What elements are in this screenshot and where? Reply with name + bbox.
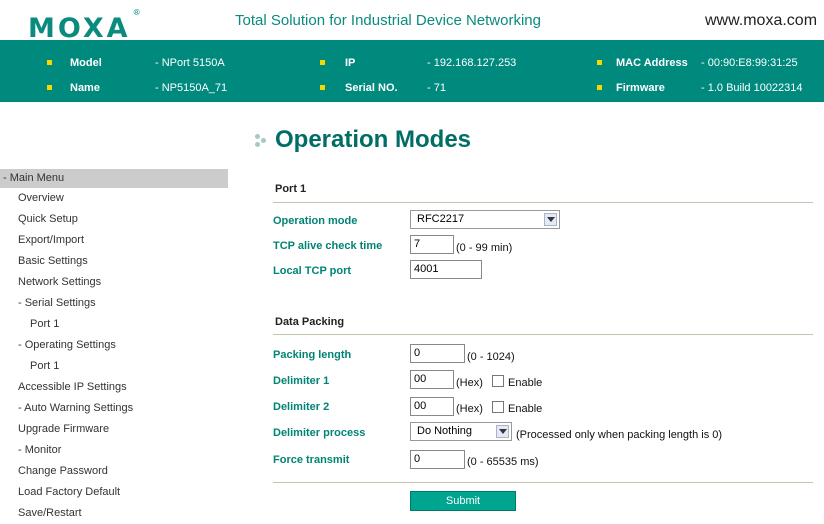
mac-label: MAC Address: [616, 57, 688, 69]
delimiter-process-select[interactable]: Do Nothing: [410, 422, 512, 441]
delimiter-1-input[interactable]: 00: [410, 370, 454, 389]
delimiter-1-enable-label: Enable: [508, 377, 543, 389]
sidebar-item-label: Network Settings: [18, 276, 102, 288]
name-label: Name: [70, 82, 100, 94]
page-title: Operation Modes: [255, 122, 471, 158]
submit-button[interactable]: Submit: [410, 491, 516, 511]
sidebar-item-change-password[interactable]: Change Password: [0, 461, 228, 482]
delimiter-2-hex: (Hex): [456, 403, 483, 415]
delimiter-1-enable-checkbox[interactable]: [492, 375, 504, 387]
main-menu-heading[interactable]: - Main Menu: [0, 169, 228, 188]
sidebar-item-label: Accessible IP Settings: [18, 381, 127, 393]
divider: [273, 482, 813, 483]
delimiter-2-label: Delimiter 2: [273, 401, 330, 413]
local-tcp-port-label: Local TCP port: [273, 265, 352, 277]
sidebar-item-save-restart[interactable]: Save/Restart: [0, 503, 228, 524]
sidebar-item-auto-warning[interactable]: - Auto Warning Settings: [0, 398, 228, 419]
ip-label: IP: [345, 57, 356, 69]
square-bullet-icon: [597, 60, 602, 65]
sidebar-item-monitor[interactable]: - Monitor: [0, 440, 228, 461]
square-bullet-icon: [320, 85, 325, 90]
chevron-down-icon: [496, 425, 509, 438]
sidebar-item-upgrade-firmware[interactable]: Upgrade Firmware: [0, 419, 228, 440]
packing-length-label: Packing length: [273, 349, 352, 361]
model-label: Model: [70, 57, 102, 69]
sidebar-item-label: Change Password: [18, 465, 108, 477]
sidebar-item-operating-port-1[interactable]: Port 1: [0, 356, 228, 377]
delimiter-1-hex: (Hex): [456, 377, 483, 389]
ip-value: - 192.168.127.253: [427, 57, 517, 69]
top-header: MOXA® Total Solution for Industrial Devi…: [0, 0, 824, 44]
square-bullet-icon: [320, 60, 325, 65]
sidebar-item-label: Quick Setup: [18, 213, 78, 225]
sidebar-item-overview[interactable]: Overview: [0, 188, 228, 209]
page-title-text: Operation Modes: [275, 126, 472, 153]
sidebar-item-label: - Serial Settings: [18, 297, 96, 309]
name-value: - NP5150A_71: [155, 82, 228, 94]
force-transmit-input[interactable]: 0: [410, 450, 465, 469]
serial-value: - 71: [427, 82, 446, 94]
square-bullet-icon: [47, 85, 52, 90]
delimiter-2-enable-label: Enable: [508, 403, 543, 415]
device-info-bar: Model - NPort 5150A Name - NP5150A_71 IP…: [0, 40, 824, 102]
sidebar-item-label: Overview: [18, 192, 64, 204]
operation-mode-label: Operation mode: [273, 215, 358, 227]
packing-length-input[interactable]: 0: [410, 344, 465, 363]
section-data-packing: Data Packing: [275, 316, 345, 328]
firmware-label: Firmware: [616, 82, 665, 94]
website-link[interactable]: www.moxa.com: [705, 12, 817, 30]
delimiter-2-enable-checkbox[interactable]: [492, 401, 504, 413]
sidebar-item-load-factory-default[interactable]: Load Factory Default: [0, 482, 228, 503]
registered-mark: ®: [132, 8, 141, 17]
tagline: Total Solution for Industrial Device Net…: [235, 12, 541, 29]
mac-value: - 00:90:E8:99:31:25: [701, 57, 798, 69]
delimiter-process-value: Do Nothing: [417, 425, 473, 437]
sidebar-item-label: Basic Settings: [18, 255, 88, 267]
sidebar-item-basic-settings[interactable]: Basic Settings: [0, 251, 228, 272]
sidebar-item-label: Upgrade Firmware: [18, 423, 110, 435]
tcp-alive-label: TCP alive check time: [273, 240, 383, 252]
local-tcp-port-input[interactable]: 4001: [410, 260, 482, 279]
sidebar-item-accessible-ip[interactable]: Accessible IP Settings: [0, 377, 228, 398]
square-bullet-icon: [597, 85, 602, 90]
sidebar-item-label: - Operating Settings: [18, 339, 116, 351]
delimiter-process-hint: (Processed only when packing length is 0…: [516, 429, 723, 441]
delimiter-2-input[interactable]: 00: [410, 397, 454, 416]
section-port-1: Port 1: [275, 183, 307, 195]
sidebar-item-operating-settings[interactable]: - Operating Settings: [0, 335, 228, 356]
packing-length-hint: (0 - 1024): [467, 351, 515, 363]
operation-mode-value: RFC2217: [417, 213, 465, 225]
divider: [273, 202, 813, 203]
tcp-alive-hint: (0 - 99 min): [456, 242, 513, 254]
firmware-value: - 1.0 Build 10022314: [701, 82, 803, 94]
sidebar-item-label: Save/Restart: [18, 507, 82, 519]
chevron-down-icon: [544, 213, 557, 226]
delimiter-process-label: Delimiter process: [273, 427, 366, 439]
tcp-alive-input[interactable]: 7: [410, 235, 454, 254]
model-value: - NPort 5150A: [155, 57, 225, 69]
sidebar-item-serial-port-1[interactable]: Port 1: [0, 314, 228, 335]
serial-label: Serial NO.: [345, 82, 398, 94]
force-transmit-label: Force transmit: [273, 454, 350, 466]
sidebar-item-quick-setup[interactable]: Quick Setup: [0, 209, 228, 230]
sidebar-item-label: Export/Import: [18, 234, 85, 246]
sidebar: - Main Menu Overview Quick Setup Export/…: [0, 169, 228, 524]
square-bullet-icon: [47, 60, 52, 65]
force-transmit-hint: (0 - 65535 ms): [467, 456, 539, 468]
sidebar-item-export-import[interactable]: Export/Import: [0, 230, 228, 251]
sidebar-item-label: Port 1: [30, 360, 60, 372]
dots-icon: [255, 132, 271, 150]
sidebar-item-label: Port 1: [30, 318, 60, 330]
operation-mode-select[interactable]: RFC2217: [410, 210, 560, 229]
sidebar-item-label: - Auto Warning Settings: [18, 402, 134, 414]
delimiter-1-label: Delimiter 1: [273, 375, 330, 387]
sidebar-item-label: Load Factory Default: [18, 486, 121, 498]
sidebar-item-label: - Monitor: [18, 444, 62, 456]
sidebar-item-serial-settings[interactable]: - Serial Settings: [0, 293, 228, 314]
sidebar-item-network-settings[interactable]: Network Settings: [0, 272, 228, 293]
divider: [273, 334, 813, 335]
moxa-logo[interactable]: MOXA®: [28, 8, 141, 44]
